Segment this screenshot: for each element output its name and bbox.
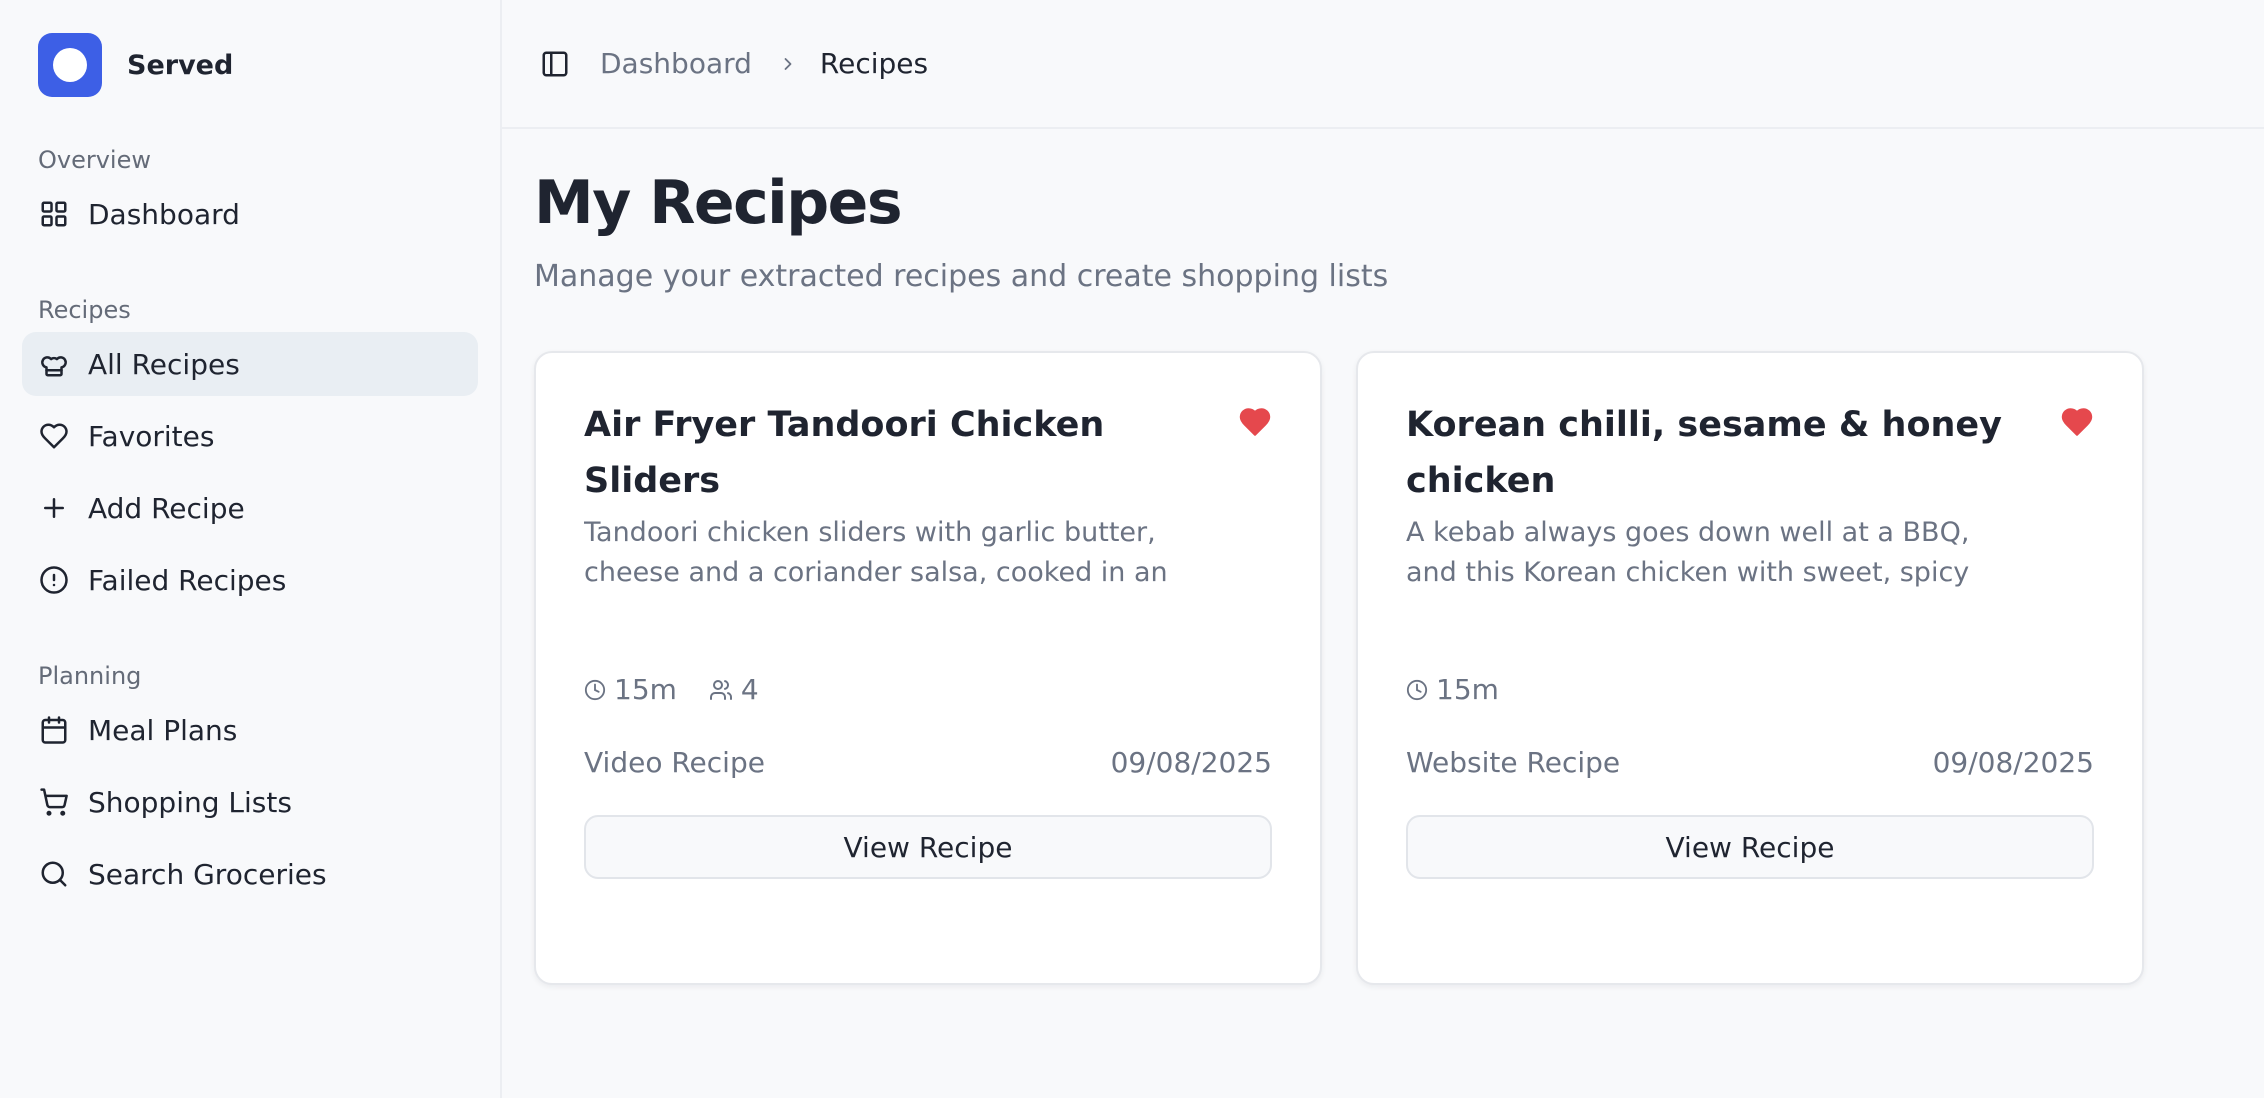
brand-logo-icon xyxy=(38,33,102,97)
recipe-card: Air Fryer Tandoori Chicken Sliders Tando… xyxy=(534,351,1322,985)
breadcrumb: Dashboard Recipes xyxy=(572,47,928,80)
recipe-description: Tandoori chicken sliders with garlic but… xyxy=(584,517,1168,588)
section-label-planning: Planning xyxy=(38,662,142,690)
sidebar-item-label: Add Recipe xyxy=(88,491,245,525)
recipe-time-value: 15m xyxy=(1436,673,1499,706)
breadcrumb-current: Recipes xyxy=(819,47,929,80)
users-icon xyxy=(709,679,732,700)
recipe-servings: 4 xyxy=(709,673,759,706)
alert-circle-icon xyxy=(38,564,70,596)
sidebar-item-label: All Recipes xyxy=(88,347,240,381)
section-label-recipes: Recipes xyxy=(38,296,131,324)
view-recipe-button[interactable]: View Recipe xyxy=(1406,815,2094,879)
sidebar-item-label: Meal Plans xyxy=(88,713,238,747)
sidebar-item-shopping-lists[interactable]: Shopping Lists xyxy=(22,770,478,834)
app-root: Served Overview Dashboard Recipes All Re… xyxy=(0,0,2264,1098)
topbar: Dashboard Recipes xyxy=(502,0,2264,129)
sidebar-item-dashboard[interactable]: Dashboard xyxy=(22,182,478,246)
sidebar-item-label: Search Groceries xyxy=(88,857,327,891)
chevron-right-icon xyxy=(778,54,798,74)
sidebar-item-label: Failed Recipes xyxy=(88,563,287,597)
sidebar: Served Overview Dashboard Recipes All Re… xyxy=(0,0,502,1098)
sidebar-item-label: Favorites xyxy=(88,419,215,453)
sidebar-toggle-icon[interactable] xyxy=(538,47,572,81)
recipe-meta: 15m 4 xyxy=(584,673,1272,706)
clock-icon xyxy=(584,679,606,700)
recipe-card: Korean chilli, sesame & honey chicken A … xyxy=(1356,351,2144,985)
favorite-heart-icon[interactable] xyxy=(1238,405,1272,439)
page-body: My Recipes Manage your extracted recipes… xyxy=(502,129,2264,985)
breadcrumb-dashboard-link[interactable]: Dashboard xyxy=(600,47,752,80)
recipe-date: 09/08/2025 xyxy=(1110,746,1272,779)
sidebar-item-label: Dashboard xyxy=(88,197,240,231)
favorite-heart-icon[interactable] xyxy=(2060,405,2094,439)
main-content: Dashboard Recipes My Recipes Manage your… xyxy=(502,0,2264,1098)
cart-icon xyxy=(38,786,70,818)
recipe-meta: 15m xyxy=(1406,673,2094,706)
recipe-title: Korean chilli, sesame & honey chicken xyxy=(1406,405,2002,501)
brand-name: Served xyxy=(127,49,234,81)
sidebar-item-all-recipes[interactable]: All Recipes xyxy=(22,332,478,396)
search-icon xyxy=(38,858,70,890)
clock-icon xyxy=(1406,679,1428,700)
sidebar-item-label: Shopping Lists xyxy=(88,785,292,819)
heart-outline-icon xyxy=(38,420,70,452)
sidebar-item-failed-recipes[interactable]: Failed Recipes xyxy=(22,548,478,612)
recipe-time: 15m xyxy=(1406,673,1499,706)
recipe-title: Air Fryer Tandoori Chicken Sliders xyxy=(584,405,1105,501)
view-recipe-button[interactable]: View Recipe xyxy=(584,815,1272,879)
sidebar-item-add-recipe[interactable]: Add Recipe xyxy=(22,476,478,540)
recipe-date: 09/08/2025 xyxy=(1932,746,2094,779)
plus-icon xyxy=(38,492,70,524)
grid-icon xyxy=(38,198,70,230)
recipe-grid: Air Fryer Tandoori Chicken Sliders Tando… xyxy=(534,351,2264,985)
recipe-time-value: 15m xyxy=(614,673,677,706)
recipe-servings-value: 4 xyxy=(740,673,759,706)
sidebar-item-search-groceries[interactable]: Search Groceries xyxy=(22,842,478,906)
recipe-time: 15m xyxy=(584,673,677,706)
chef-hat-icon xyxy=(38,348,70,380)
page-subtitle: Manage your extracted recipes and create… xyxy=(534,259,1389,294)
sidebar-item-favorites[interactable]: Favorites xyxy=(22,404,478,468)
brand[interactable]: Served xyxy=(38,32,478,98)
recipe-source: Website Recipe xyxy=(1406,746,1621,779)
section-label-overview: Overview xyxy=(38,146,151,174)
recipe-description: A kebab always goes down well at a BBQ, … xyxy=(1406,517,1970,588)
recipe-source: Video Recipe xyxy=(584,746,765,779)
sidebar-item-meal-plans[interactable]: Meal Plans xyxy=(22,698,478,762)
page-title: My Recipes xyxy=(534,168,903,238)
calendar-icon xyxy=(38,714,70,746)
